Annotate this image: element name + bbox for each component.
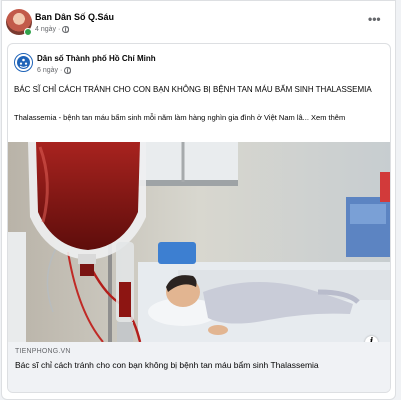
globe-icon <box>64 67 72 74</box>
shared-post-author-name[interactable]: Dân số Thành phố Hồ Chí Minh <box>37 54 156 63</box>
link-title[interactable]: Bác sĩ chỉ cách tránh cho con bạn không … <box>15 360 383 371</box>
link-domain: TIENPHONG.VN <box>15 348 71 355</box>
summary-text: Thalassemia - bệnh tan máu bẩm sinh mỗi … <box>14 113 309 122</box>
post-card: Ban Dân Số Q.Sáu 4 ngày · ••• Dân số Thà… <box>1 0 396 400</box>
meta-separator: · <box>60 67 63 74</box>
feed-frame: Ban Dân Số Q.Sáu 4 ngày · ••• Dân số Thà… <box>0 0 401 400</box>
meta-separator: · <box>58 26 61 33</box>
page-logo-avatar[interactable] <box>14 53 33 72</box>
post-author-name[interactable]: Ban Dân Số Q.Sáu <box>35 12 114 22</box>
post-meta: 4 ngày · <box>35 26 70 33</box>
shared-post-headline: BÁC SĨ CHỈ CÁCH TRÁNH CHO CON BẠN KHÔNG … <box>14 85 372 94</box>
more-options-icon[interactable]: ••• <box>368 13 381 25</box>
hospital-scene-image <box>8 142 390 342</box>
page-logo-icon <box>17 56 30 69</box>
globe-icon <box>62 26 70 33</box>
online-status-icon <box>24 28 32 36</box>
article-photo[interactable] <box>8 142 390 342</box>
shared-post-summary: Thalassemia - bệnh tan máu bẩm sinh mỗi … <box>14 112 386 124</box>
link-preview[interactable]: TIENPHONG.VN Bác sĩ chỉ cách tránh cho c… <box>8 342 390 392</box>
shared-post[interactable]: Dân số Thành phố Hồ Chí Minh 6 ngày · BÁ… <box>7 43 391 393</box>
shared-post-meta: 6 ngày · <box>37 67 72 74</box>
shared-post-timestamp[interactable]: 6 ngày <box>37 67 58 74</box>
see-more-link[interactable]: Xem thêm <box>311 113 345 122</box>
post-timestamp[interactable]: 4 ngày <box>35 26 56 33</box>
